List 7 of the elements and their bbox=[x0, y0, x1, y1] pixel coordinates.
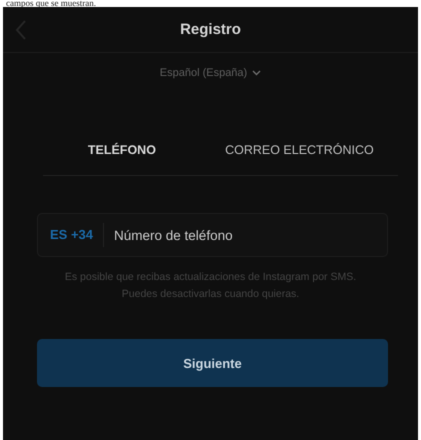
tab[interactable]: TELÉFONO bbox=[43, 135, 201, 175]
back-icon[interactable] bbox=[15, 19, 27, 41]
caption-text: campos que se muestran. bbox=[5, 0, 97, 7]
page-title: Registro bbox=[180, 21, 241, 38]
chevron-down-icon bbox=[252, 70, 262, 76]
tab[interactable]: CORREO ELECTRÓNICO bbox=[200, 135, 398, 175]
next-button[interactable]: Siguiente bbox=[37, 339, 388, 387]
